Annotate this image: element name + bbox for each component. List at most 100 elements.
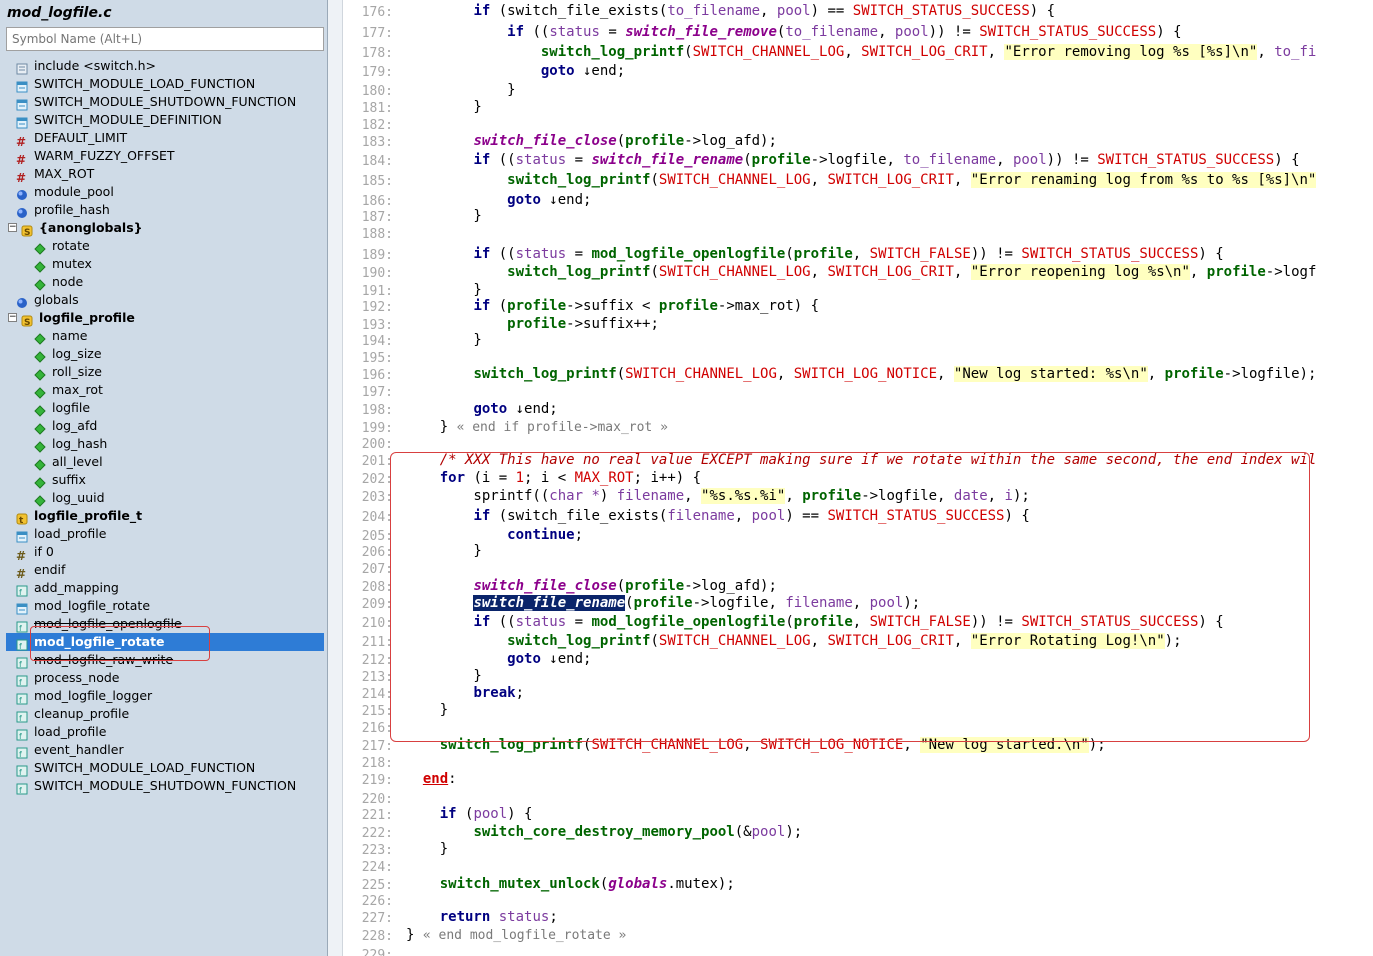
tree-item[interactable]: f SWITCH_MODULE_SHUTDOWN_FUNCTION [6,777,324,795]
code-token: , [987,44,1005,60]
code-token: , [1147,366,1165,382]
code-token: (& [734,824,752,840]
code-token: profile [793,246,853,262]
tree-item[interactable]: log_size [6,345,324,363]
code-token: } [406,282,482,298]
line-number: 178: [361,46,393,61]
tree-item-label: log_uuid [52,490,105,505]
collapse-toggle[interactable]: − [8,223,17,232]
code-token: status [515,246,567,262]
tree-item[interactable]: mod_logfile_rotate [6,597,324,615]
code-token: if [507,24,525,40]
tree-item[interactable]: all_level [6,453,324,471]
code-line: 221: if (pool) { [328,806,1373,825]
line-number: 221: [361,808,393,823]
tree-item-label: log_hash [52,436,108,451]
code-token: } [406,332,482,348]
collapse-toggle[interactable]: − [8,313,17,322]
code-text: if ((status = switch_file_remove(to_file… [406,24,1181,40]
tree-item[interactable]: roll_size [6,363,324,381]
code-token: } [406,82,516,98]
function-decl-icon [16,78,28,93]
tree-item-label: load_profile [34,526,107,541]
tree-item[interactable]: SWITCH_MODULE_LOAD_FUNCTION [6,75,324,93]
tree-item[interactable]: SWITCH_MODULE_SHUTDOWN_FUNCTION [6,93,324,111]
tree-item[interactable]: f load_profile [6,723,324,741]
tree-item[interactable]: # endif [6,561,324,581]
tree-item[interactable]: log_hash [6,435,324,453]
tree-item[interactable]: f mod_logfile_logger [6,687,324,705]
tree-item[interactable]: profile_hash [6,201,324,219]
tree-item[interactable]: globals [6,291,324,309]
tree-item[interactable]: log_afd [6,417,324,435]
tree-item[interactable]: # DEFAULT_LIMIT [6,129,324,149]
tree-item[interactable]: f cleanup_profile [6,705,324,723]
tree-item[interactable]: rotate [6,237,324,255]
code-text: if (pool) { [406,806,533,822]
tree-item[interactable]: node [6,273,324,291]
code-token: SWITCH_LOG_CRIT [827,172,954,188]
line-number: 226: [361,894,393,909]
tree-item[interactable]: include <switch.h> [6,57,324,75]
symbol-sidebar: mod_logfile.c include <switch.h> SWITCH_M… [0,0,328,956]
code-token: , [953,264,971,280]
code-text: goto ↓end; [406,401,557,417]
line-number: 179: [361,65,393,80]
tree-item[interactable]: logfile [6,399,324,417]
code-editor[interactable]: 176: if (switch_file_exists(to_filename,… [328,0,1373,956]
tree-item[interactable]: # WARM_FUZZY_OFFSET [6,147,324,167]
tree-item[interactable]: f add_mapping [6,579,324,597]
code-token: goto [507,192,541,208]
line-number: 196: [361,368,393,383]
tree-item[interactable]: f SWITCH_MODULE_LOAD_FUNCTION [6,759,324,777]
code-token: ->max_rot) { [717,298,820,314]
tree-item[interactable]: t logfile_profile_t [6,507,324,526]
code-token: SWITCH_CHANNEL_LOG [625,366,777,382]
code-text: switch_log_printf(SWITCH_CHANNEL_LOG, SW… [406,44,1316,60]
code-text: return status; [406,909,558,925]
code-token: ) == [810,3,853,19]
tree-item[interactable]: # MAX_ROT [6,165,324,185]
tree-item-label: add_mapping [34,580,119,595]
code-token: } [406,927,423,943]
tree-item[interactable]: load_profile [6,525,324,543]
tree-item[interactable]: mutex [6,255,324,273]
tree-item[interactable]: max_rot [6,381,324,399]
tree-item[interactable]: # if 0 [6,543,324,563]
tree-item[interactable]: f event_handler [6,741,324,759]
code-text: goto ↓end; [406,192,591,208]
variable-icon [16,204,28,218]
tree-item[interactable]: f process_node [6,669,324,687]
code-token: SWITCH_LOG_NOTICE [793,366,938,382]
function-icon: f [16,672,28,687]
svg-text:f: f [19,696,22,705]
function-icon: f [16,744,28,759]
line-number: 228: [361,929,393,944]
tree-item-label: event_handler [34,742,124,757]
code-token: ) { [1274,152,1300,168]
code-line: 176: if (switch_file_exists(to_filename,… [328,3,1373,22]
symbol-search-input[interactable] [6,27,324,51]
tree-item-label: DEFAULT_LIMIT [34,130,128,145]
tree-item[interactable]: − S {anonglobals} [6,219,324,238]
code-token: , [810,264,828,280]
line-number: 184: [361,154,393,169]
tree-item[interactable]: SWITCH_MODULE_DEFINITION [6,111,324,129]
code-token: } [406,208,482,224]
tree-item[interactable]: − Slogfile_profile [6,309,324,328]
code-token: ↓end; [574,63,626,79]
tree-item-label: log_afd [52,418,98,433]
code-token: globals [608,876,668,892]
svg-text:#: # [16,135,26,147]
member-icon [34,420,46,435]
tree-item[interactable]: module_pool [6,183,324,201]
tree-item-label: SWITCH_MODULE_SHUTDOWN_FUNCTION [34,94,297,109]
code-text: } « end if profile->max_rot » [406,419,668,435]
tree-item[interactable]: suffix [6,471,324,489]
code-token: } [406,841,449,857]
tree-item[interactable]: log_uuid [6,489,324,507]
tree-item[interactable]: name [6,327,324,345]
code-token: SWITCH_FALSE [869,246,971,262]
